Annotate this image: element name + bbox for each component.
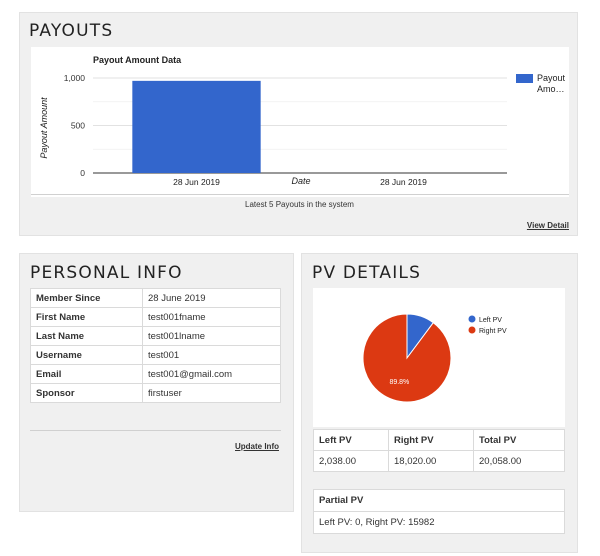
pie-legend-label: Left PV	[479, 317, 502, 324]
personal-info-table: Member Since 28 June 2019 First Name test00…	[30, 288, 281, 403]
payouts-divider	[31, 194, 569, 195]
info-row-value: firstuser	[142, 383, 281, 403]
info-row-value: test001	[142, 345, 281, 365]
partial-pv-title: Partial PV	[314, 490, 564, 512]
bar-chart-ytick-label: 500	[71, 121, 85, 131]
info-row: Email test001@gmail.com	[30, 364, 281, 384]
bar-chart-xtick-label: 28 Jun 2019	[380, 177, 427, 187]
pv-header-left: Left PV	[313, 429, 389, 451]
info-row-value: 28 June 2019	[142, 288, 281, 308]
bar-chart-bar[interactable]	[132, 80, 261, 173]
payouts-panel: PAYOUTS Payout Amount Data 0 500 1,000 28 …	[19, 12, 578, 236]
pv-chart-card: 89.8% Left PV Right PV	[313, 288, 565, 427]
bar-legend-label-1: Payout	[537, 73, 566, 83]
update-info-link[interactable]: Update Info	[235, 442, 279, 451]
payouts-title: PAYOUTS	[29, 21, 114, 41]
payout-bar-chart: Payout Amount Data 0 500 1,000 28 Jun 2019…	[39, 55, 566, 187]
pv-pie-chart: 89.8% Left PV Right PV	[362, 313, 507, 403]
partial-pv-value: Left PV: 0, Right PV: 15982	[319, 517, 435, 528]
personal-info-panel: PERSONAL INFO Member Since 28 June 2019 Fi…	[19, 253, 294, 512]
info-row-label: First Name	[30, 307, 143, 327]
bar-chart-xlabel: Date	[291, 176, 310, 186]
info-row: First Name test001fname	[30, 307, 281, 327]
pv-details-panel: PV DETAILS 89.8% Left PV Right PV Left PV…	[301, 253, 578, 553]
pie-legend-marker	[468, 315, 476, 323]
payouts-caption: Latest 5 Payouts in the system	[245, 200, 354, 209]
info-row-value: test001fname	[142, 307, 281, 327]
partial-pv-box: Partial PV Left PV: 0, Right PV: 15982	[313, 489, 565, 534]
bar-chart-title: Payout Amount Data	[93, 55, 182, 65]
pie-legend-label: Right PV	[479, 328, 507, 335]
pie-data-label: 89.8%	[389, 379, 409, 386]
bar-legend-label-2: Amo…	[537, 84, 565, 94]
bar-chart-ytick-label: 1,000	[64, 73, 86, 83]
personal-info-divider	[30, 430, 281, 431]
info-row-value: test001@gmail.com	[142, 364, 281, 384]
pv-value-total: 20,058.00	[473, 450, 565, 472]
pv-table: Left PV Right PV Total PV 2,038.00 18,02…	[313, 429, 565, 472]
pv-details-title: PV DETAILS	[312, 263, 422, 283]
info-row-label: Sponsor	[30, 383, 143, 403]
info-row-label: Username	[30, 345, 143, 365]
bar-legend-swatch	[516, 74, 533, 83]
info-row: Last Name test001lname	[30, 326, 281, 346]
pv-value-left: 2,038.00	[313, 450, 389, 472]
bar-chart-xtick-label: 28 Jun 2019	[173, 177, 220, 187]
info-row: Username test001	[30, 345, 281, 365]
view-detail-link[interactable]: View Detail	[527, 221, 569, 230]
payouts-chart-card: Payout Amount Data 0 500 1,000 28 Jun 2019…	[31, 47, 569, 197]
bar-chart-ylabel: Payout Amount	[39, 97, 49, 159]
bar-chart-ytick-label: 0	[80, 168, 85, 178]
pie-legend-marker	[468, 326, 476, 334]
info-row-value: test001lname	[142, 326, 281, 346]
info-row-label: Member Since	[30, 288, 143, 308]
info-row-label: Last Name	[30, 326, 143, 346]
info-row-label: Email	[30, 364, 143, 384]
pv-header-right: Right PV	[388, 429, 474, 451]
pie-slice[interactable]	[362, 313, 452, 403]
info-row: Sponsor firstuser	[30, 383, 281, 403]
pv-value-right: 18,020.00	[388, 450, 474, 472]
personal-info-title: PERSONAL INFO	[30, 263, 183, 283]
info-row: Member Since 28 June 2019	[30, 288, 281, 308]
pv-header-total: Total PV	[473, 429, 565, 451]
